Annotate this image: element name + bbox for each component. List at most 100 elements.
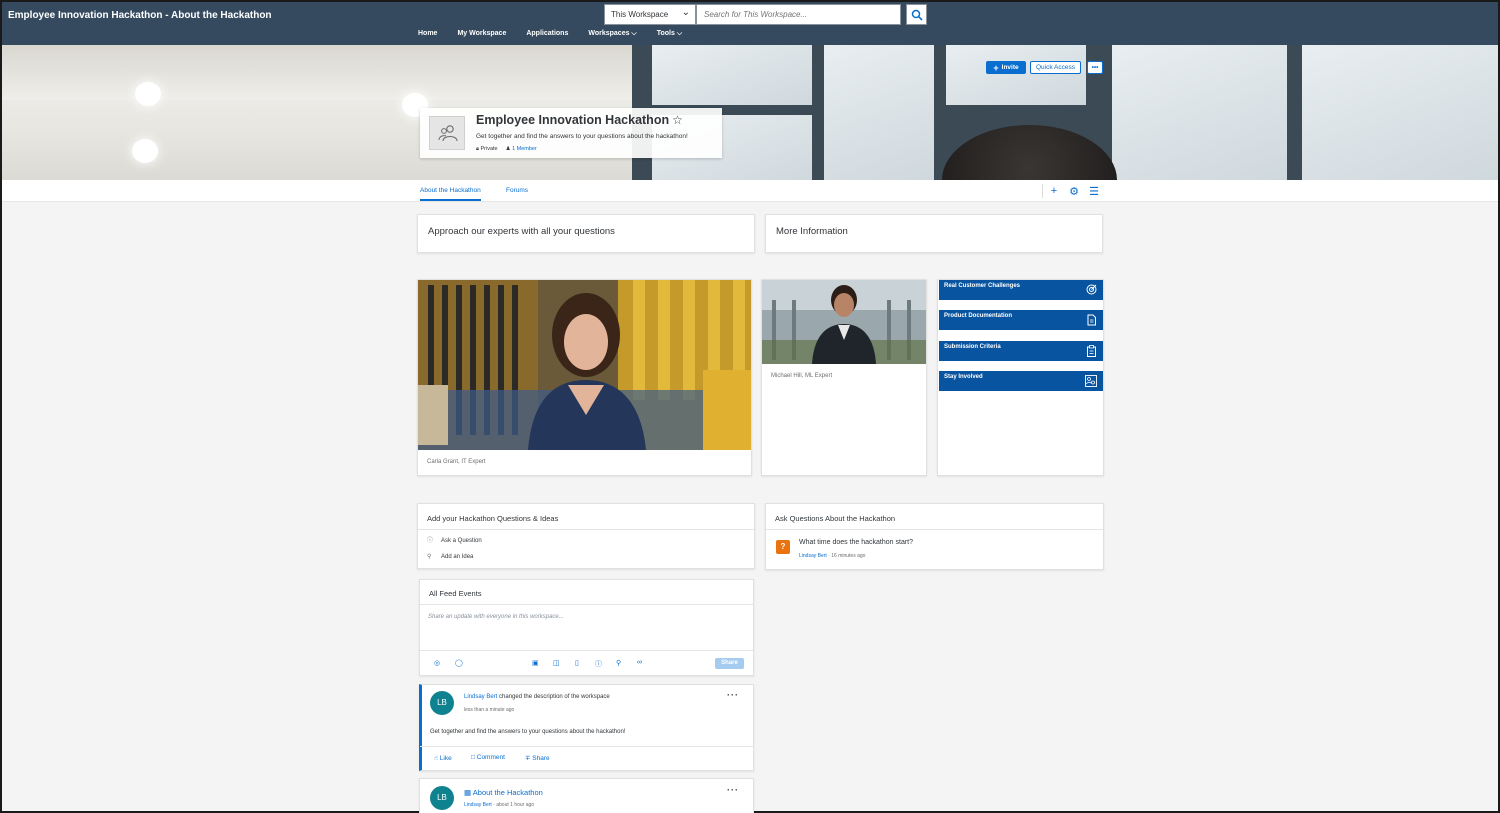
tab-toolbar: + ⚙︎ ☰ [1042, 184, 1099, 198]
share-post-button[interactable]: ∓ Share [525, 754, 550, 762]
tile-stay-involved[interactable]: Stay Involved [939, 371, 1103, 391]
expert-photo-michael [762, 280, 926, 364]
tab-forums[interactable]: Forums [506, 187, 528, 194]
ask-question-action[interactable]: ⓘ︎ Ask a Question [427, 535, 482, 544]
post-title[interactable]: ▦ About the Hackathon [464, 788, 543, 797]
expert-card-carla[interactable]: Carla Grant, IT Expert [417, 279, 752, 476]
share-icon: ∓ [525, 755, 531, 762]
thumbs-up-icon: ☝︎ [434, 755, 438, 762]
lock-icon: 🔒︎ [476, 146, 479, 152]
banner-image-pane [824, 45, 934, 180]
question-meta: Lindsay Bert · 16 minutes ago [799, 553, 866, 559]
lightbulb-icon[interactable]: ⚲ [616, 659, 621, 667]
tile-product-documentation[interactable]: Product Documentation [939, 310, 1103, 330]
favorite-star-icon[interactable]: ☆ [672, 113, 683, 127]
workspace-description: Get together and find the answers to you… [476, 133, 688, 140]
post-author[interactable]: Lindsay Bert [464, 694, 497, 700]
nav-my-workspace[interactable]: My Workspace [457, 30, 506, 38]
post-header: Lindsay Bert changed the description of … [464, 694, 610, 700]
tile-submission-criteria[interactable]: Submission Criteria [939, 341, 1103, 361]
more-info-heading-card: More Information [765, 214, 1103, 253]
banner-image-lamp [135, 82, 161, 106]
question-time: 16 minutes ago [831, 553, 866, 559]
workspace-name: Employee Innovation Hackathon [476, 113, 670, 127]
workspace-avatar [429, 116, 465, 150]
post-author[interactable]: Lindsay Bert [464, 802, 492, 808]
banner-image-lamp [132, 139, 158, 163]
questions-card: Ask Questions About the Hackathon [765, 503, 1104, 570]
add-icon[interactable]: + [1049, 185, 1059, 197]
post-meta: Lindsay Bert · about 1 hour ago [464, 802, 535, 808]
question-mark-icon: ⓘ︎ [427, 538, 434, 544]
question-title[interactable]: What time does the hackathon start? [799, 539, 913, 546]
mention-icon[interactable]: ◎ [434, 659, 440, 667]
tag-icon[interactable]: ◯ [455, 659, 463, 667]
file-icon[interactable]: ▯ [575, 659, 579, 667]
nav-workspaces[interactable]: Workspaces ⌵ [588, 30, 636, 38]
members-link[interactable]: ♟ 1 Member [506, 146, 537, 153]
search-button[interactable] [906, 4, 927, 25]
document-icon [1087, 314, 1096, 326]
tile-label: Real Customer Challenges [944, 283, 1021, 289]
nav-tools-label: Tools [656, 30, 675, 37]
question-icon: ? [776, 540, 790, 554]
expert-card-michael[interactable]: Michael Hill, ML Expert [761, 279, 927, 476]
comment-button[interactable]: □ Comment [471, 754, 505, 761]
image-icon[interactable]: ▣ [532, 659, 539, 667]
shell-bar: Employee Innovation Hackathon - About th… [2, 2, 1498, 45]
menu-icon[interactable]: ☰ [1089, 185, 1099, 198]
expert-photo-carla [418, 280, 751, 450]
search-icon [911, 9, 923, 21]
experts-heading: Approach our experts with all your quest… [428, 226, 615, 237]
search-scope-select[interactable]: This Workspace ⌄ [604, 4, 696, 25]
avatar[interactable]: LB [430, 786, 454, 810]
tile-label: Submission Criteria [944, 344, 1001, 350]
chevron-down-icon: ⌵ [674, 30, 683, 37]
banner-image-pane [1112, 45, 1287, 180]
question-author[interactable]: Lindsay Bert [799, 553, 827, 559]
feed-compose-input[interactable]: Share an update with everyone in this wo… [428, 614, 564, 620]
workspace-title: Employee Innovation Hackathon ☆ [476, 113, 683, 127]
invite-button[interactable]: + Invite [986, 61, 1026, 74]
nav-applications[interactable]: Applications [526, 30, 568, 38]
nav-tools[interactable]: Tools ⌵ [657, 30, 682, 38]
feed-heading: All Feed Events [420, 580, 753, 605]
post-more-icon[interactable]: ··· [727, 785, 739, 795]
ideas-heading: Add your Hackathon Questions & Ideas [418, 504, 754, 530]
page-icon: ▦ [464, 788, 472, 797]
feed-card: All Feed Events [419, 579, 754, 676]
banner-image-pane [652, 45, 812, 105]
post-actions: ☝︎ Like □ Comment ∓ Share [420, 746, 754, 770]
share-button[interactable]: Share [715, 658, 744, 669]
lightbulb-icon: ⚲ [427, 554, 432, 560]
workspace-tabbar: About the Hackathon Forums + ⚙︎ ☰ [2, 180, 1498, 202]
questions-heading: Ask Questions About the Hackathon [766, 504, 1103, 530]
tab-about-the-hackathon[interactable]: About the Hackathon [420, 187, 481, 201]
tile-real-customer-challenges[interactable]: Real Customer Challenges [939, 280, 1103, 300]
like-button[interactable]: ☝︎ Like [434, 754, 452, 762]
more-options-button[interactable]: ••• [1087, 61, 1103, 74]
settings-icon[interactable]: ⚙︎ [1069, 185, 1079, 198]
post-more-icon[interactable]: ··· [727, 690, 739, 700]
comment-label: Comment [476, 754, 505, 761]
tile-label: Stay Involved [944, 374, 983, 380]
link-icon[interactable]: ∞ [637, 659, 642, 666]
video-icon[interactable]: ◫ [553, 659, 560, 667]
quick-access-button[interactable]: Quick Access [1030, 61, 1081, 74]
privacy-indicator: 🔒︎ Private [476, 146, 498, 153]
search-scope-value: This Workspace [611, 10, 669, 19]
privacy-label: Private [480, 146, 498, 152]
members-label: 1 Member [512, 146, 537, 152]
workspace-meta: 🔒︎ Private ♟ 1 Member [476, 146, 537, 153]
more-info-heading: More Information [776, 226, 848, 237]
nav-workspaces-label: Workspaces [588, 30, 630, 37]
search-input[interactable] [696, 4, 901, 25]
question-icon[interactable]: ⓘ︎ [595, 659, 602, 669]
people-connect-icon [1085, 375, 1097, 387]
nav-home[interactable]: Home [418, 30, 437, 38]
expert-caption-michael: Michael Hill, ML Expert [771, 373, 833, 379]
invite-label: Invite [1001, 64, 1019, 71]
banner-image-pane [946, 45, 1086, 105]
avatar[interactable]: LB [430, 691, 454, 715]
add-idea-action[interactable]: ⚲ Add an Idea [427, 553, 473, 560]
